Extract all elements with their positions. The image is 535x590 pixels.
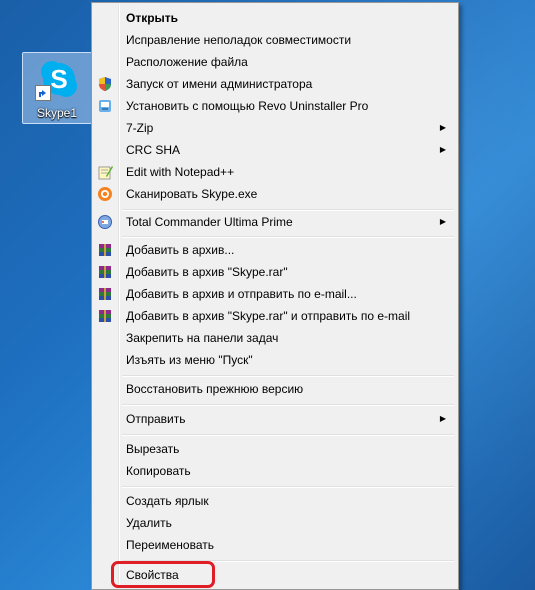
- submenu-arrow-icon: ▶: [439, 414, 446, 423]
- winrar-icon: [99, 310, 111, 322]
- submenu-arrow-icon: ▶: [439, 123, 446, 132]
- submenu-arrow-icon: ▶: [439, 145, 446, 154]
- menu-item-compat[interactable]: Исправление неполадок совместимости: [94, 29, 456, 51]
- menu-item-location[interactable]: Расположение файла: [94, 51, 456, 73]
- context-menu: Открыть Исправление неполадок совместимо…: [91, 2, 459, 590]
- menu-item-add-archive[interactable]: Добавить в архив...: [94, 239, 456, 261]
- submenu-arrow-icon: ▶: [439, 217, 446, 226]
- desktop-icon-label: Skype1: [36, 106, 78, 120]
- menu-item-7zip[interactable]: 7-Zip ▶: [94, 117, 456, 139]
- desktop-icon-skype[interactable]: S Skype1: [22, 52, 92, 124]
- menu-item-pin-taskbar[interactable]: Закрепить на панели задач: [94, 327, 456, 349]
- shortcut-arrow-icon: [35, 85, 51, 101]
- menu-item-cut[interactable]: Вырезать: [94, 438, 456, 460]
- menu-separator: [122, 486, 454, 488]
- menu-item-copy[interactable]: Копировать: [94, 460, 456, 482]
- menu-item-runas[interactable]: Запуск от имени администратора: [94, 73, 456, 95]
- menu-item-add-skype-email[interactable]: Добавить в архив "Skype.rar" и отправить…: [94, 305, 456, 327]
- highlight-annotation: [111, 561, 215, 588]
- menu-item-notepad[interactable]: Edit with Notepad++: [94, 161, 456, 183]
- winrar-icon: [99, 288, 111, 300]
- svg-text:S: S: [50, 64, 67, 94]
- menu-separator: [122, 434, 454, 436]
- menu-separator: [122, 236, 454, 238]
- notepad-plus-plus-icon: [98, 166, 113, 180]
- menu-item-create-shortcut[interactable]: Создать ярлык: [94, 490, 456, 512]
- avast-icon: [98, 187, 112, 201]
- menu-item-total-commander[interactable]: Total Commander Ultima Prime ▶: [94, 211, 456, 233]
- menu-item-rename[interactable]: Переименовать: [94, 534, 456, 556]
- uac-shield-icon: [99, 77, 111, 91]
- winrar-icon: [99, 244, 111, 256]
- revo-uninstaller-icon: [99, 100, 111, 112]
- menu-item-restore[interactable]: Восстановить прежнюю версию: [94, 378, 456, 400]
- menu-item-revo[interactable]: Установить с помощью Revo Uninstaller Pr…: [94, 95, 456, 117]
- menu-item-delete[interactable]: Удалить: [94, 512, 456, 534]
- menu-item-unpin-start[interactable]: Изъять из меню "Пуск": [94, 349, 456, 371]
- menu-separator: [122, 375, 454, 377]
- menu-item-add-email[interactable]: Добавить в архив и отправить по e-mail..…: [94, 283, 456, 305]
- menu-item-scan[interactable]: Сканировать Skype.exe: [94, 183, 456, 205]
- menu-item-open[interactable]: Открыть: [94, 7, 456, 29]
- winrar-icon: [99, 266, 111, 278]
- total-commander-icon: [98, 215, 112, 229]
- menu-item-add-skype-rar[interactable]: Добавить в архив "Skype.rar": [94, 261, 456, 283]
- menu-separator: [122, 404, 454, 406]
- menu-item-crc-sha[interactable]: CRC SHA ▶: [94, 139, 456, 161]
- menu-item-send[interactable]: Отправить ▶: [94, 408, 456, 430]
